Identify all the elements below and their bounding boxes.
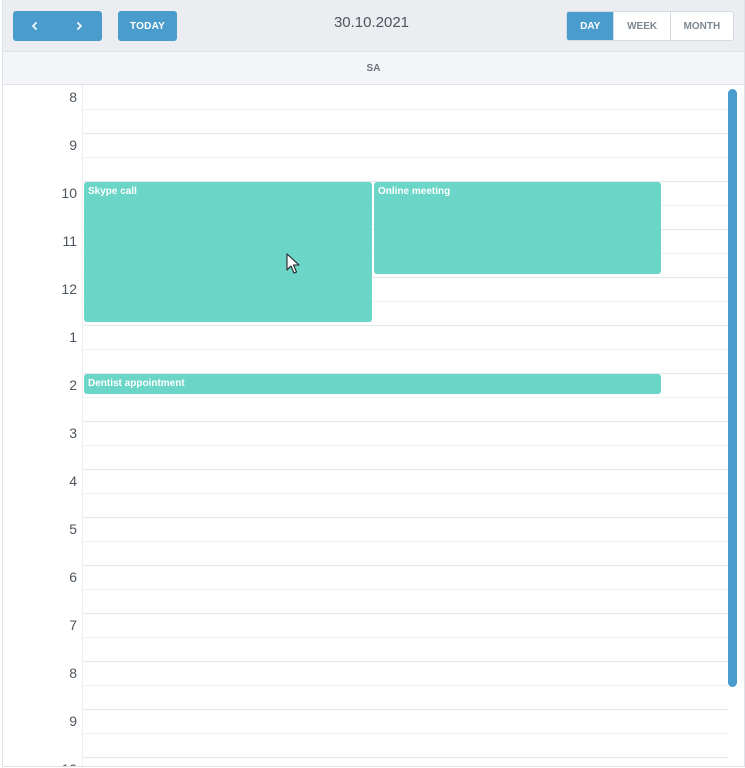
hour-gridline [83,517,728,518]
hour-label: 9 [69,713,77,729]
calendar-toolbar: TODAY 30.10.2021 DAY WEEK MONTH [3,0,744,52]
today-button[interactable]: TODAY [118,11,177,41]
hour-gridline [83,565,728,566]
chevron-right-icon [76,21,83,31]
hour-label: 10 [61,185,77,201]
event-online-meeting[interactable]: Online meeting [374,182,661,274]
chevron-left-icon [31,21,38,31]
hour-label: 2 [69,377,77,393]
hour-gridline [83,757,728,758]
day-column-header: SA [3,52,744,85]
event-dentist-appointment[interactable]: Dentist appointment [84,374,661,394]
mouse-cursor-icon [286,253,300,274]
half-hour-gridline [83,109,728,110]
nav-button-group [13,11,102,41]
half-hour-gridline [83,493,728,494]
hour-label: 4 [69,473,77,489]
calendar-widget: TODAY 30.10.2021 DAY WEEK MONTH SA 8 9 10 1… [2,0,745,767]
hour-label: 11 [62,233,77,249]
hour-label: 12 [61,281,77,297]
tab-month[interactable]: MONTH [669,12,733,40]
column-divider [82,85,83,766]
prev-button[interactable] [13,11,57,41]
hour-gridline [83,421,728,422]
time-grid[interactable]: 8910111212345678910Skype call Online mee… [3,85,744,766]
half-hour-gridline [83,685,728,686]
view-switcher: DAY WEEK MONTH [566,11,734,41]
hour-label: 8 [69,89,77,105]
hour-gridline [83,133,728,134]
hour-gridline [83,469,728,470]
hour-label: 1 [69,329,77,345]
half-hour-gridline [83,157,728,158]
vertical-scrollbar[interactable] [728,89,737,687]
half-hour-gridline [83,733,728,734]
hour-label: 6 [69,569,77,585]
current-date: 30.10.2021 [333,14,410,31]
half-hour-gridline [83,541,728,542]
half-hour-gridline [83,589,728,590]
half-hour-gridline [83,445,728,446]
hour-gridline [83,325,728,326]
tab-week[interactable]: WEEK [613,12,669,40]
event-skype-call[interactable]: Skype call [84,182,372,322]
hour-label: 7 [69,617,77,633]
hour-label: 9 [69,137,77,153]
half-hour-gridline [83,637,728,638]
hour-label: 3 [69,425,77,441]
next-button[interactable] [57,11,101,41]
tab-day[interactable]: DAY [567,12,614,40]
hour-label: 5 [69,521,77,537]
hour-gridline [83,661,728,662]
hour-label: 8 [69,665,77,681]
hour-label: 10 [3,761,77,766]
half-hour-gridline [83,397,728,398]
hour-gridline [83,613,728,614]
half-hour-gridline [83,349,728,350]
hour-gridline [83,709,728,710]
